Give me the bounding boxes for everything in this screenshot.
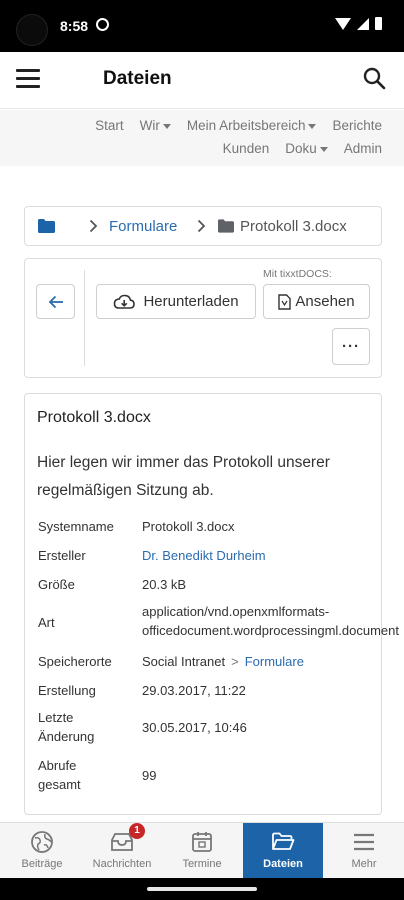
document-title: Protokoll 3.docx (37, 409, 151, 426)
folder-open-icon (272, 832, 295, 850)
tab-termine[interactable]: Termine (162, 823, 242, 879)
file-actions: Herunterladen Mit tixxtDOCS: Ansehen ··· (24, 258, 382, 378)
meta-letzte-aenderung: Letzte Änderung 30.05.2017, 10:46 (38, 710, 247, 744)
nav-item-kunden[interactable]: Kunden (223, 141, 270, 156)
status-time: 8:58 (60, 18, 89, 34)
meta-art: Art application/vnd.openxmlformats- offi… (38, 604, 400, 638)
notification-icon (96, 18, 109, 31)
more-button[interactable]: ··· (332, 328, 370, 365)
menu-icon[interactable] (16, 69, 40, 89)
divider (84, 270, 85, 366)
view-label: Ansehen (295, 293, 355, 310)
menu-icon (354, 833, 374, 851)
more-icon: ··· (342, 338, 360, 355)
status-bar: 8:58 (0, 0, 404, 52)
search-icon[interactable] (362, 66, 386, 90)
nav-item-doku[interactable]: Doku (285, 141, 328, 156)
back-button[interactable] (36, 284, 75, 319)
document-icon (278, 293, 292, 310)
nav-item-berichte[interactable]: Berichte (332, 118, 382, 133)
app-bar: Dateien (0, 52, 404, 109)
file-details: Protokoll 3.docx Hier legen wir immer da… (24, 393, 400, 815)
page-title: Dateien (103, 68, 172, 89)
nav-item-wir[interactable]: Wir (140, 118, 171, 133)
nav-item-admin[interactable]: Admin (344, 141, 382, 156)
bottom-navigation: Beiträge 1 Nachrichten Termine Dateien M… (0, 822, 404, 879)
tab-mehr[interactable]: Mehr (324, 823, 404, 879)
meta-abrufe: Abrufe gesamt 99 (38, 758, 157, 792)
download-button[interactable]: Herunterladen (96, 284, 256, 319)
creator-link[interactable]: Dr. Benedikt Durheim (142, 548, 266, 563)
top-navigation: Start Wir Mein Arbeitsbereich Berichte K… (0, 110, 404, 166)
camera-cutout (16, 14, 48, 46)
nav-item-arbeitsbereich[interactable]: Mein Arbeitsbereich (187, 118, 317, 133)
arrow-left-icon (48, 295, 63, 308)
location-folder-link[interactable]: Formulare (245, 654, 304, 669)
tab-dateien[interactable]: Dateien (243, 823, 323, 879)
chevron-right-icon (197, 219, 206, 233)
wifi-icon (335, 17, 351, 30)
home-handle[interactable] (147, 887, 257, 891)
battery-icon (375, 17, 382, 30)
breadcrumb-folder-link[interactable]: Formulare (109, 218, 177, 235)
tab-beitraege[interactable]: Beiträge (2, 823, 82, 879)
chevron-down-icon (319, 146, 328, 152)
cloud-download-icon (114, 294, 136, 309)
chevron-down-icon (162, 123, 171, 129)
system-navigation-bar (0, 878, 404, 900)
nav-item-start[interactable]: Start (95, 118, 124, 133)
signal-icon (357, 17, 369, 30)
status-icons (335, 17, 382, 30)
chevron-right-icon (89, 219, 98, 233)
unread-badge: 1 (129, 823, 145, 839)
chevron-right-icon: > (231, 654, 239, 669)
calendar-icon (192, 832, 212, 852)
folder-icon (218, 219, 234, 233)
globe-icon (31, 831, 53, 853)
chevron-down-icon (308, 123, 317, 129)
view-button[interactable]: Ansehen (263, 284, 370, 319)
download-label: Herunterladen (143, 293, 239, 310)
breadcrumb: Formulare Protokoll 3.docx (24, 206, 382, 246)
tixxt-docs-label: Mit tixxtDOCS: (263, 268, 332, 280)
breadcrumb-current-file: Protokoll 3.docx (240, 218, 347, 235)
folder-icon[interactable] (38, 219, 55, 233)
tab-nachrichten[interactable]: 1 Nachrichten (82, 823, 162, 879)
document-description: Hier legen wir immer das Protokoll unser… (37, 454, 330, 499)
